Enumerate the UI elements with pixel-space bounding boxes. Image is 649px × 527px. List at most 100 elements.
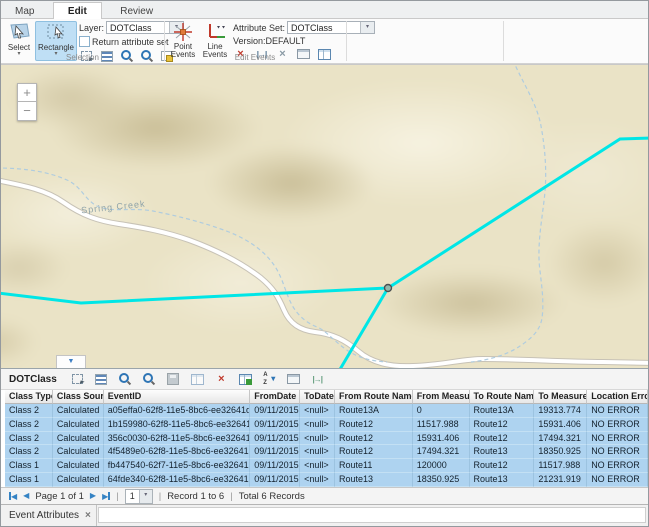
attribute-table-icon[interactable] <box>190 372 205 386</box>
column-header-from-measure[interactable]: From Measure <box>413 390 470 404</box>
column-header-eventid[interactable]: EventID <box>104 390 251 404</box>
open-form-icon[interactable] <box>286 372 301 386</box>
table-toolbar: DOTClass × AZ▾ |→| <box>1 368 648 390</box>
group-separator <box>346 21 347 61</box>
cell: 17494.321 <box>534 432 587 446</box>
cell: 11517.988 <box>534 459 587 473</box>
event-attributes-panel: DOTClass × AZ▾ |→| Class TypeClass Sourc… <box>1 368 648 526</box>
pager-separator: | <box>159 491 161 502</box>
ribbon-tabbar: Map Edit Review <box>1 1 648 19</box>
cell: NO ERROR <box>587 418 648 432</box>
cell: 09/11/2015 <box>250 459 300 473</box>
pager-separator: | <box>230 491 232 502</box>
selection-group-label: Selection <box>1 53 164 62</box>
sort-icon[interactable]: AZ▾ <box>262 372 277 386</box>
return-attribute-set-label: Return attribute set <box>92 37 169 47</box>
page-number-value: 1 <box>126 491 139 501</box>
cell: Route11 <box>335 459 413 473</box>
attribute-set-caret-icon[interactable]: ▾ <box>360 22 374 33</box>
column-header-class-type[interactable]: Class Type <box>5 390 53 404</box>
page-indicator: Page 1 of 1 <box>35 491 84 502</box>
cell: <null> <box>300 404 335 418</box>
cell: 09/11/2015 <box>250 404 300 418</box>
column-header-to-route-name[interactable]: To Route Name <box>470 390 535 404</box>
tab-edit[interactable]: Edit <box>53 2 102 20</box>
attribute-grid: Class TypeClass SourceEventIDFromDateToD… <box>1 390 648 487</box>
cell: 18350.925 <box>534 445 587 459</box>
column-header-fromdate[interactable]: FromDate <box>250 390 300 404</box>
column-header-todate[interactable]: ToDate <box>300 390 335 404</box>
layer-label: Layer: <box>79 23 104 33</box>
cell: Route13A <box>335 404 413 418</box>
column-header-class-source[interactable]: Class Source <box>53 390 104 404</box>
route-event-line-northeast[interactable] <box>388 138 648 288</box>
column-header-to-measure[interactable]: To Measure <box>534 390 587 404</box>
tab-review[interactable]: Review <box>106 3 167 20</box>
route-event-line-west[interactable] <box>1 288 388 303</box>
table-row[interactable]: Class 2Calculateda05effa0-62f8-11e5-8bc6… <box>5 404 648 418</box>
table-title: DOTClass <box>9 374 57 385</box>
cell: 17494.321 <box>413 445 470 459</box>
zoom-out-button[interactable]: − <box>17 102 37 121</box>
measure-range-icon[interactable]: |→| <box>310 372 325 386</box>
layer-value: DOTClass <box>107 23 169 33</box>
cell: 21231.919 <box>534 473 587 487</box>
cell: 09/11/2015 <box>250 445 300 459</box>
return-attribute-set-checkbox[interactable] <box>79 36 90 47</box>
attribute-set-label: Attribute Set: <box>233 23 285 33</box>
tab-map[interactable]: Map <box>1 3 48 20</box>
page-number-dropdown[interactable]: 1 ▾ <box>125 489 153 504</box>
cell: 11517.988 <box>413 418 470 432</box>
save-icon[interactable] <box>166 372 181 386</box>
cell: NO ERROR <box>587 459 648 473</box>
select-events-icon[interactable] <box>70 372 85 386</box>
cell: Calculated <box>53 459 104 473</box>
cell: Route12 <box>335 418 413 432</box>
table-row[interactable]: Class 1Calculated64fde340-62f8-11e5-8bc6… <box>5 473 648 487</box>
collapse-arrow-icon: ▼ <box>68 358 75 365</box>
route-junction-marker[interactable] <box>385 285 392 292</box>
cell: Calculated <box>53 418 104 432</box>
cell: 15931.406 <box>413 432 470 446</box>
attribute-set-value: DOTClass <box>288 23 360 33</box>
cell: Class 2 <box>5 404 53 418</box>
cell: 18350.925 <box>413 473 470 487</box>
rectangle-select-icon <box>44 22 68 42</box>
pan-to-selected-icon[interactable] <box>142 372 157 386</box>
close-tab-icon[interactable]: × <box>85 510 91 521</box>
next-page-button[interactable]: ▶ <box>90 491 96 501</box>
column-header-location-error[interactable]: Location Error <box>587 390 648 404</box>
table-row[interactable]: Class 2Calculated356c0030-62f8-11e5-8bc6… <box>5 432 648 446</box>
map-canvas[interactable]: Spring Creek + − ▼ <box>1 64 648 368</box>
first-page-button[interactable]: ◀ <box>9 491 17 502</box>
zoom-to-selected-icon[interactable] <box>118 372 133 386</box>
pagination-bar: ◀ ◀ Page 1 of 1 ▶ ▶ | 1 ▾ | Record 1 to … <box>1 487 648 504</box>
cell: NO ERROR <box>587 445 648 459</box>
page-dropdown-caret-icon[interactable]: ▾ <box>139 490 152 503</box>
table-row[interactable]: Class 1Calculatedfb447540-62f7-11e5-8bc6… <box>5 459 648 473</box>
tab-event-attributes[interactable]: Event Attributes × <box>1 505 97 526</box>
cell: Class 2 <box>5 432 53 446</box>
add-record-icon[interactable] <box>238 372 253 386</box>
bottom-tabbar-empty <box>98 507 646 523</box>
last-page-button[interactable]: ▶ <box>102 491 110 502</box>
cell: <null> <box>300 418 335 432</box>
column-header-from-route-name[interactable]: From Route Name <box>335 390 413 404</box>
delete-event-icon[interactable]: × <box>214 372 229 386</box>
cell: 19313.774 <box>534 404 587 418</box>
cell: 4f5489e0-62f8-11e5-8bc6-ee32641d5ec9 <box>104 445 251 459</box>
cell: Class 1 <box>5 473 53 487</box>
cell: Route13 <box>470 473 535 487</box>
cell: 0 <box>413 404 470 418</box>
previous-page-button[interactable]: ◀ <box>23 491 29 501</box>
pager-separator: | <box>116 491 118 502</box>
table-row[interactable]: Class 2Calculated1b159980-62f8-11e5-8bc6… <box>5 418 648 432</box>
ribbon: Select ▾ Rectangle ▾ Layer: DOTClass ▾ R… <box>1 19 648 64</box>
panel-collapse-button[interactable]: ▼ <box>56 355 86 368</box>
show-rows-icon[interactable] <box>94 372 109 386</box>
attribute-set-dropdown[interactable]: DOTClass ▾ <box>287 21 375 34</box>
bottom-tabbar: Event Attributes × <box>1 504 648 526</box>
cell: 1b159980-62f8-11e5-8bc6-ee32641d5ec9 <box>104 418 251 432</box>
table-row[interactable]: Class 2Calculated4f5489e0-62f8-11e5-8bc6… <box>5 445 648 459</box>
zoom-in-button[interactable]: + <box>17 83 37 102</box>
